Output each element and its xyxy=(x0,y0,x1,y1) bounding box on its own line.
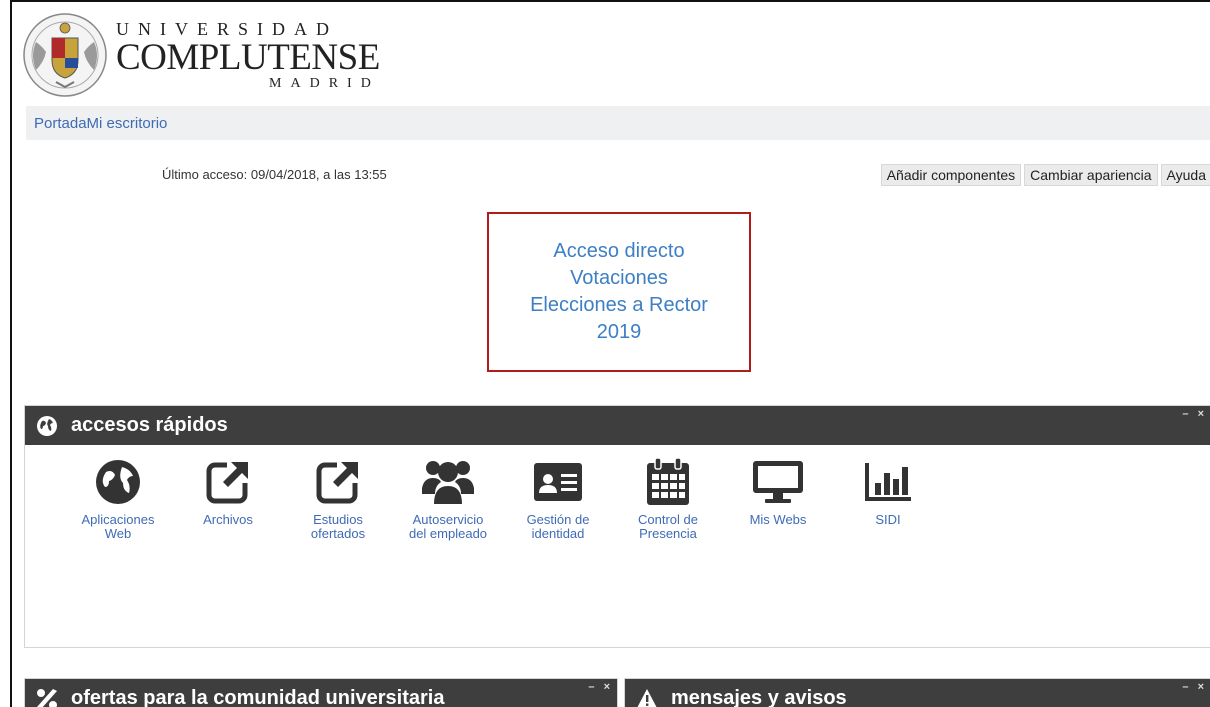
app-label: Aplicaciones Web xyxy=(81,512,155,541)
app-aplicaciones-web[interactable]: Aplicaciones Web xyxy=(59,455,177,541)
app-autoservicio-empleado[interactable]: Autoservicio del empleado xyxy=(389,455,507,541)
help-button[interactable]: Ayuda xyxy=(1160,164,1210,186)
change-appearance-button[interactable]: Cambiar apariencia xyxy=(1024,164,1158,186)
quick-access-title: accesos rápidos xyxy=(71,414,228,436)
external-link-icon xyxy=(311,455,365,509)
app-label: Mis Webs xyxy=(749,512,807,527)
offers-title: ofertas para la comunidad universitaria xyxy=(71,687,445,707)
calendar-icon xyxy=(641,455,695,509)
messages-header: mensajes y avisos – × xyxy=(625,679,1210,707)
offers-block: ofertas para la comunidad universitaria … xyxy=(24,678,618,707)
id-card-icon xyxy=(531,455,585,509)
vote-link-line1: Acceso directo xyxy=(553,240,685,262)
offers-header: ofertas para la comunidad universitaria … xyxy=(25,679,617,707)
globe-icon xyxy=(35,414,59,438)
app-label: Control de Presencia xyxy=(638,512,698,541)
breadcrumb-desktop-link[interactable]: Mi escritorio xyxy=(87,115,168,132)
quick-access-header: accesos rápidos – × xyxy=(25,406,1210,445)
app-gestion-identidad[interactable]: Gestión de identidad xyxy=(499,455,617,541)
block-controls[interactable]: – × xyxy=(1182,681,1207,693)
app-label: Gestión de identidad xyxy=(526,512,590,541)
messages-title: mensajes y avisos xyxy=(671,687,847,707)
external-link-icon xyxy=(201,455,255,509)
bar-chart-icon xyxy=(861,455,915,509)
globe-icon xyxy=(91,455,145,509)
app-archivos[interactable]: Archivos xyxy=(169,455,287,541)
vote-link-line2: Votaciones xyxy=(570,267,668,289)
vote-link-line4: 2019 xyxy=(596,321,642,343)
messages-block: mensajes y avisos – × xyxy=(624,678,1210,707)
vote-link-line3: Elecciones a Rector xyxy=(530,294,708,316)
app-control-presencia[interactable]: Control de Presencia xyxy=(609,455,727,541)
quick-access-block: accesos rápidos – × Aplicaciones Web Arc… xyxy=(24,405,1210,648)
app-sidi[interactable]: SIDI xyxy=(829,455,947,541)
app-label: Archivos xyxy=(203,512,253,527)
rector-election-vote-link[interactable]: Acceso directo Votaciones Elecciones a R… xyxy=(487,212,751,372)
logo-wordmark: UNIVERSIDAD COMPLUTENSE MADRID xyxy=(116,20,380,91)
breadcrumb-home-link[interactable]: Portada xyxy=(34,115,87,132)
users-icon xyxy=(421,455,475,509)
breadcrumb: Portada Mi escritorio xyxy=(26,106,1210,140)
monitor-icon xyxy=(751,455,805,509)
logo-line-complutense: COMPLUTENSE xyxy=(116,36,380,78)
app-estudios-ofertados[interactable]: Estudios ofertados xyxy=(279,455,397,541)
app-mis-webs[interactable]: Mis Webs xyxy=(719,455,837,541)
user-info-row: Último acceso: 09/04/2018, a las 13:55 A… xyxy=(26,162,1210,188)
block-controls[interactable]: – × xyxy=(588,681,613,693)
desktop-toolbar: Añadir componentes Cambiar apariencia Ay… xyxy=(880,164,1210,186)
app-label: SIDI xyxy=(875,512,901,527)
add-components-button[interactable]: Añadir componentes xyxy=(880,164,1022,186)
app-label: Estudios ofertados xyxy=(310,512,366,541)
logo-line-universidad: UNIVERSIDAD xyxy=(116,18,338,39)
logo-line-madrid: MADRID xyxy=(269,75,380,91)
warning-icon xyxy=(635,687,659,707)
last-access-text: Último acceso: 09/04/2018, a las 13:55 xyxy=(162,167,387,182)
ucm-logo[interactable]: UNIVERSIDAD COMPLUTENSE MADRID xyxy=(22,12,380,98)
page-frame: UNIVERSIDAD COMPLUTENSE MADRID Portada Mi… xyxy=(10,0,1210,707)
university-seal-icon xyxy=(23,13,107,97)
quick-access-list: Aplicaciones Web Archivos Estudios ofert… xyxy=(25,445,1210,541)
app-label: Autoservicio del empleado xyxy=(408,512,488,541)
block-controls[interactable]: – × xyxy=(1182,408,1207,420)
percent-icon xyxy=(35,687,59,707)
